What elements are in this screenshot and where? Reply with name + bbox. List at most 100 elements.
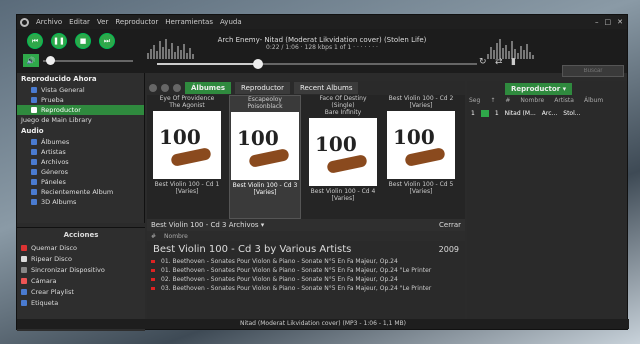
album-files-dropdown[interactable]: Best Violin 100 - Cd 3 Archivos ▾ (151, 221, 264, 229)
volume-slider[interactable] (43, 60, 133, 62)
note-icon (31, 179, 37, 185)
menu-ver[interactable]: Ver (97, 18, 108, 26)
actions-panel: Acciones Quemar Disco Ripear Disco Sincr… (17, 227, 145, 331)
device-icon (21, 266, 27, 273)
volume-knob[interactable] (46, 56, 55, 65)
album-art: 100 (387, 111, 455, 179)
sidebar-item-artistas[interactable]: Artistas (17, 147, 144, 157)
forward-icon[interactable] (161, 84, 169, 92)
sidebar-item-reproductor[interactable]: Reproductor (17, 105, 144, 115)
rip-icon (21, 255, 27, 262)
player-controls: ⏮ ❚❚ ■ ⏭ 🔊 Arch Enemy- Nitad (Moderat Li… (17, 29, 627, 77)
equalizer-icon[interactable]: ▮ (511, 57, 516, 67)
stop-button[interactable]: ■ (75, 33, 91, 49)
sidebar: Reproducido Ahora Vista General Prueba R… (17, 73, 145, 223)
album-year: 2009 (438, 244, 459, 254)
camera-icon (21, 277, 27, 284)
menu-reproductor[interactable]: Reproductor (115, 18, 158, 26)
sidebar-item-3d-albums[interactable]: 3D Albums (17, 197, 144, 207)
note-icon (31, 189, 37, 195)
menu-herramientas[interactable]: Herramientas (165, 18, 213, 26)
seek-progress (157, 63, 257, 65)
close-detail-button[interactable]: Cerrar (439, 221, 461, 229)
album-art: 100 (309, 118, 377, 186)
close-icon[interactable]: ✕ (617, 18, 623, 26)
action-camera[interactable]: Cámara (17, 275, 145, 286)
volume-icon[interactable]: 🔊 (23, 54, 39, 67)
tag-icon (21, 299, 27, 306)
track-status-icon (151, 260, 155, 263)
app-logo-icon (20, 17, 29, 27)
action-burn-disc[interactable]: Quemar Disco (17, 242, 145, 253)
playing-icon (480, 109, 489, 117)
menu-ayuda[interactable]: Ayuda (220, 18, 242, 26)
sidebar-item-generos[interactable]: Géneros (17, 167, 144, 177)
tab-albumes[interactable]: Álbumes (185, 82, 232, 94)
note-icon (31, 139, 37, 145)
seek-knob[interactable] (253, 59, 263, 69)
playlist-panel: Reproductor ▾ Seg ↑ # Nombre Artista Álbum 1… (467, 81, 627, 319)
album-heading: Best Violin 100 - Cd 3 by Various Artist… (153, 243, 459, 255)
album-card-selected[interactable]: Escapeoloy Poisonblack 100 Best Violin 10… (229, 95, 301, 219)
next-button[interactable]: ⏭ (99, 33, 115, 49)
menu-editar[interactable]: Editar (69, 18, 90, 26)
col-number[interactable]: # (151, 233, 156, 240)
album-card[interactable]: Eye Of Providence The Agonist 100 Best Vi… (151, 95, 223, 219)
track-status-icon (151, 287, 155, 290)
album-art: 100 (153, 111, 221, 179)
tab-reproductor[interactable]: Reproductor (235, 82, 290, 94)
pause-button[interactable]: ❚❚ (51, 33, 67, 49)
back-icon[interactable] (149, 84, 157, 92)
action-create-playlist[interactable]: Crear Playlist (17, 286, 145, 297)
player-icon (31, 107, 37, 113)
album-card[interactable]: Best Violin 100 - Cd 2 [Varies] 100 Best … (385, 95, 457, 219)
track-row[interactable]: 02. Beethoven - Sonates Pour Violon & Pi… (147, 275, 465, 284)
previous-button[interactable]: ⏮ (27, 33, 43, 49)
sidebar-item-archivos[interactable]: Archivos (17, 157, 144, 167)
track-status-icon (151, 278, 155, 281)
sidebar-item-prueba[interactable]: Prueba (17, 95, 144, 105)
sidebar-item-paneles[interactable]: Páneles (17, 177, 144, 187)
repeat-icon[interactable]: ↻ (479, 57, 487, 67)
track-row[interactable]: 03. Beethoven - Sonates Pour Violon & Pi… (147, 284, 465, 293)
action-tag[interactable]: Etiqueta (17, 297, 145, 308)
menu-archivo[interactable]: Archivo (36, 18, 62, 26)
album-card[interactable]: Face Of Destiny (Single) Bare Infinity 10… (307, 95, 379, 219)
sidebar-item-vista-general[interactable]: Vista General (17, 85, 144, 95)
action-sync-device[interactable]: Sincronizar Dispositivo (17, 264, 145, 275)
album-art: 100 (231, 112, 299, 180)
shuffle-icon[interactable]: ⇄ (495, 57, 503, 67)
col-name[interactable]: Nombre (164, 233, 188, 240)
note-icon (31, 149, 37, 155)
home-icon[interactable] (173, 84, 181, 92)
search-input[interactable] (562, 65, 624, 77)
status-bar: Nitad (Moderat Likvidation cover) (MP3 -… (17, 319, 629, 329)
playlist-row[interactable]: 1 1 Nitad (M... Arc... Stol... (467, 108, 627, 118)
app-window: Archivo Editar Ver Reproductor Herramien… (16, 14, 629, 331)
now-playing-info: 0:22 / 1:06 · 128 kbps 1 of 1 · · · · · … (266, 44, 378, 51)
center-tabs: Álbumes Reproductor Recent Albums (147, 81, 465, 95)
album-grid: Eye Of Providence The Agonist 100 Best Vi… (147, 95, 465, 219)
tab-reproductor-right[interactable]: Reproductor ▾ (505, 83, 573, 95)
tab-recent-albums[interactable]: Recent Albums (293, 82, 359, 94)
menu-bar: Archivo Editar Ver Reproductor Herramien… (17, 15, 627, 29)
burn-icon (21, 244, 27, 251)
track-row[interactable]: 01. Beethoven - Sonates Pour Violon & Pi… (147, 266, 465, 275)
section-now-playing[interactable]: Reproducido Ahora (17, 73, 144, 85)
now-playing-title: Arch Enemy- Nitad (Moderat Likvidation c… (217, 36, 427, 44)
album-detail-bar: Best Violin 100 - Cd 3 Archivos ▾ Cerrar (147, 219, 465, 231)
playlist-header: Seg ↑ # Nombre Artista Álbum (469, 97, 604, 104)
minimize-icon[interactable]: – (595, 18, 599, 26)
sidebar-item-recientemente[interactable]: Recientemente Album (17, 187, 144, 197)
track-row[interactable]: 01. Beethoven - Sonates Pour Violon & Pi… (147, 257, 465, 266)
note-icon (31, 159, 37, 165)
actions-title: Acciones (63, 231, 99, 239)
sidebar-item-albumes[interactable]: Álbumes (17, 137, 144, 147)
playlist-icon (31, 97, 37, 103)
note-icon (31, 199, 37, 205)
maximize-icon[interactable]: □ (605, 18, 612, 26)
waveform-right (487, 35, 534, 59)
sidebar-item-juego[interactable]: Juego de Main Library (17, 115, 144, 125)
section-audio[interactable]: Audio (17, 125, 144, 137)
action-rip-disc[interactable]: Ripear Disco (17, 253, 145, 264)
